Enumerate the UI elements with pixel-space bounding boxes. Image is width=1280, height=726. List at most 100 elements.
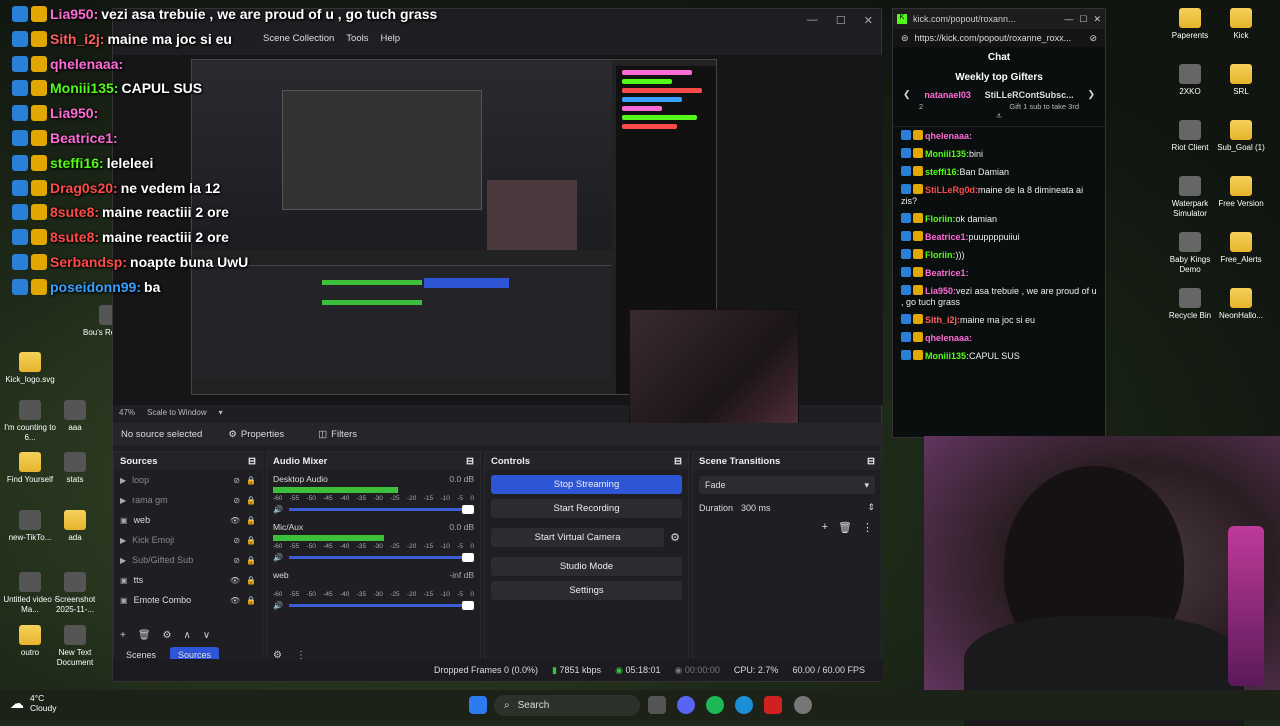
desktop-icon[interactable]: NeonHallo... xyxy=(1211,288,1271,321)
gear-icon[interactable]: ⚙ xyxy=(670,531,680,544)
menu-tools[interactable]: Tools xyxy=(346,33,368,44)
maximize-icon[interactable]: ☐ xyxy=(1079,14,1087,25)
eye-off-icon[interactable]: ⊘ xyxy=(233,476,240,485)
minimize-icon[interactable]: — xyxy=(1064,14,1073,24)
chat-username[interactable]: qhelenaaa: xyxy=(925,131,972,141)
desktop-icon[interactable]: Free Version xyxy=(1211,176,1271,209)
add-icon[interactable]: + xyxy=(120,630,126,641)
lock-icon[interactable]: 🔒 xyxy=(246,576,256,585)
spin-icon[interactable]: ⇕ xyxy=(867,502,875,513)
properties-button[interactable]: ⚙ Properties xyxy=(220,426,292,443)
source-row[interactable]: ▶ Sub/Gifted Sub ⊘ 🔒 xyxy=(114,550,262,570)
add-icon[interactable]: + xyxy=(822,521,828,534)
desktop-icon[interactable]: Kick xyxy=(1211,8,1271,41)
dock-menu-icon[interactable]: ⊟ xyxy=(248,456,256,467)
chat-username[interactable]: Moniii135: xyxy=(925,149,969,159)
more-icon[interactable]: ⋮ xyxy=(862,521,873,534)
minimize-icon[interactable]: — xyxy=(807,14,818,26)
studio-mode-button[interactable]: Studio Mode xyxy=(491,557,682,576)
source-row[interactable]: ▶ loop ⊘ 🔒 xyxy=(114,470,262,490)
chevron-down-icon[interactable]: ▾ xyxy=(219,408,223,417)
menu-scene-collection[interactable]: Scene Collection xyxy=(263,33,334,44)
chat-username[interactable]: Floriin: xyxy=(925,214,956,224)
close-icon[interactable]: ✕ xyxy=(1093,14,1101,25)
lock-icon[interactable]: 🔒 xyxy=(246,536,256,545)
discord-icon[interactable] xyxy=(677,696,695,714)
address-bar[interactable]: ⊜ https://kick.com/popout/roxanne_roxx..… xyxy=(893,29,1105,47)
chat-username[interactable]: Beatrice1: xyxy=(925,232,969,242)
desktop-icon[interactable]: New Text Document xyxy=(45,625,105,668)
chat-username[interactable]: Beatrice1: xyxy=(925,268,969,278)
desktop-icon[interactable]: stats xyxy=(45,452,105,485)
eye-off-icon[interactable]: ⊘ xyxy=(233,536,240,545)
app-icon[interactable] xyxy=(764,696,782,714)
chat-username[interactable]: StiLLeRg0d: xyxy=(925,185,978,195)
task-view-icon[interactable] xyxy=(648,696,666,714)
chat-username[interactable]: Moniii135: xyxy=(925,351,969,361)
stop-streaming-button[interactable]: Stop Streaming xyxy=(491,475,682,494)
chat-username[interactable]: qhelenaaa: xyxy=(925,333,972,343)
chat-text: CAPUL SUS xyxy=(969,351,1020,361)
speaker-icon[interactable]: 🔊 xyxy=(273,505,283,514)
settings-button[interactable]: Settings xyxy=(491,581,682,600)
chat-username[interactable]: Floriin: xyxy=(925,250,956,260)
dock-menu-icon[interactable]: ⊟ xyxy=(466,456,474,467)
lock-icon[interactable]: 🔒 xyxy=(246,496,256,505)
lock-icon[interactable]: 🔒 xyxy=(246,556,256,565)
spotify-icon[interactable] xyxy=(706,696,724,714)
desktop-icon[interactable]: SRL xyxy=(1211,64,1271,97)
eye-icon[interactable]: 👁 xyxy=(230,596,240,605)
chevron-right-icon[interactable]: ❯ xyxy=(1087,89,1095,100)
desktop-icon[interactable]: Sub_Goal (1) xyxy=(1211,120,1271,153)
filters-button[interactable]: ◫ Filters xyxy=(310,426,365,443)
arrow-up-icon[interactable]: ∧ xyxy=(184,630,191,641)
weather-widget[interactable]: ☁ 4°C Cloudy xyxy=(10,693,56,713)
source-row[interactable]: ▶ Kick Emoji ⊘ 🔒 xyxy=(114,530,262,550)
source-row[interactable]: ▶ rama gm ⊘ 🔒 xyxy=(114,490,262,510)
chat-username[interactable]: Sith_i2j: xyxy=(925,315,960,325)
transition-select[interactable]: Fade ▾ xyxy=(699,476,875,494)
volume-slider[interactable] xyxy=(288,553,475,562)
desktop-icon[interactable]: Kick_logo.svg xyxy=(0,352,60,385)
start-recording-button[interactable]: Start Recording xyxy=(491,499,682,518)
desktop-icon[interactable]: aaa xyxy=(45,400,105,433)
lock-icon[interactable]: 🔒 xyxy=(246,476,256,485)
desktop-icon[interactable]: ada xyxy=(45,510,105,543)
eye-icon[interactable]: 👁 xyxy=(230,516,240,525)
collapse-icon[interactable]: ⩡ xyxy=(893,111,1105,122)
speaker-icon[interactable]: 🔊 xyxy=(273,553,283,562)
volume-slider[interactable] xyxy=(288,505,475,514)
eye-off-icon[interactable]: ⊘ xyxy=(233,556,240,565)
volume-slider[interactable] xyxy=(288,601,475,610)
close-icon[interactable]: ✕ xyxy=(864,14,873,27)
zoom-level[interactable]: 47% xyxy=(119,408,135,417)
eye-off-icon[interactable]: ⊘ xyxy=(233,496,240,505)
desktop-icon[interactable]: Screenshot 2025-11-... xyxy=(45,572,105,615)
trash-icon[interactable]: 🗑 xyxy=(838,521,852,534)
source-row[interactable]: ▣ Emote Combo 👁 🔒 xyxy=(114,590,262,610)
start-virtual-camera-button[interactable]: Start Virtual Camera xyxy=(491,528,665,547)
chevron-left-icon[interactable]: ❮ xyxy=(903,89,911,100)
chat-username[interactable]: Lia950: xyxy=(925,286,956,296)
dock-menu-icon[interactable]: ⊟ xyxy=(867,456,875,467)
scale-mode[interactable]: Scale to Window xyxy=(147,408,207,417)
obs-icon[interactable] xyxy=(794,696,812,714)
start-icon[interactable] xyxy=(469,696,487,714)
menu-help[interactable]: Help xyxy=(380,33,400,44)
trash-icon[interactable]: 🗑 xyxy=(138,630,151,641)
arrow-down-icon[interactable]: ∨ xyxy=(203,630,210,641)
source-row[interactable]: ▣ web 👁 🔒 xyxy=(114,510,262,530)
gear-icon[interactable]: ⚙ xyxy=(163,630,172,641)
chat-username[interactable]: steffi16: xyxy=(925,167,960,177)
search-box[interactable]: ⌕ Search xyxy=(494,695,640,716)
dock-menu-icon[interactable]: ⊟ xyxy=(674,456,682,467)
desktop-icon[interactable]: Free_Alerts xyxy=(1211,232,1271,265)
edge-icon[interactable] xyxy=(735,696,753,714)
eye-icon[interactable]: 👁 xyxy=(230,576,240,585)
speaker-icon[interactable]: 🔊 xyxy=(273,601,283,610)
lock-icon[interactable]: 🔒 xyxy=(246,596,256,605)
maximize-icon[interactable]: ☐ xyxy=(836,14,846,27)
duration-field[interactable]: 300 ms xyxy=(741,503,859,513)
source-row[interactable]: ▣ tts 👁 🔒 xyxy=(114,570,262,590)
lock-icon[interactable]: 🔒 xyxy=(246,516,256,525)
